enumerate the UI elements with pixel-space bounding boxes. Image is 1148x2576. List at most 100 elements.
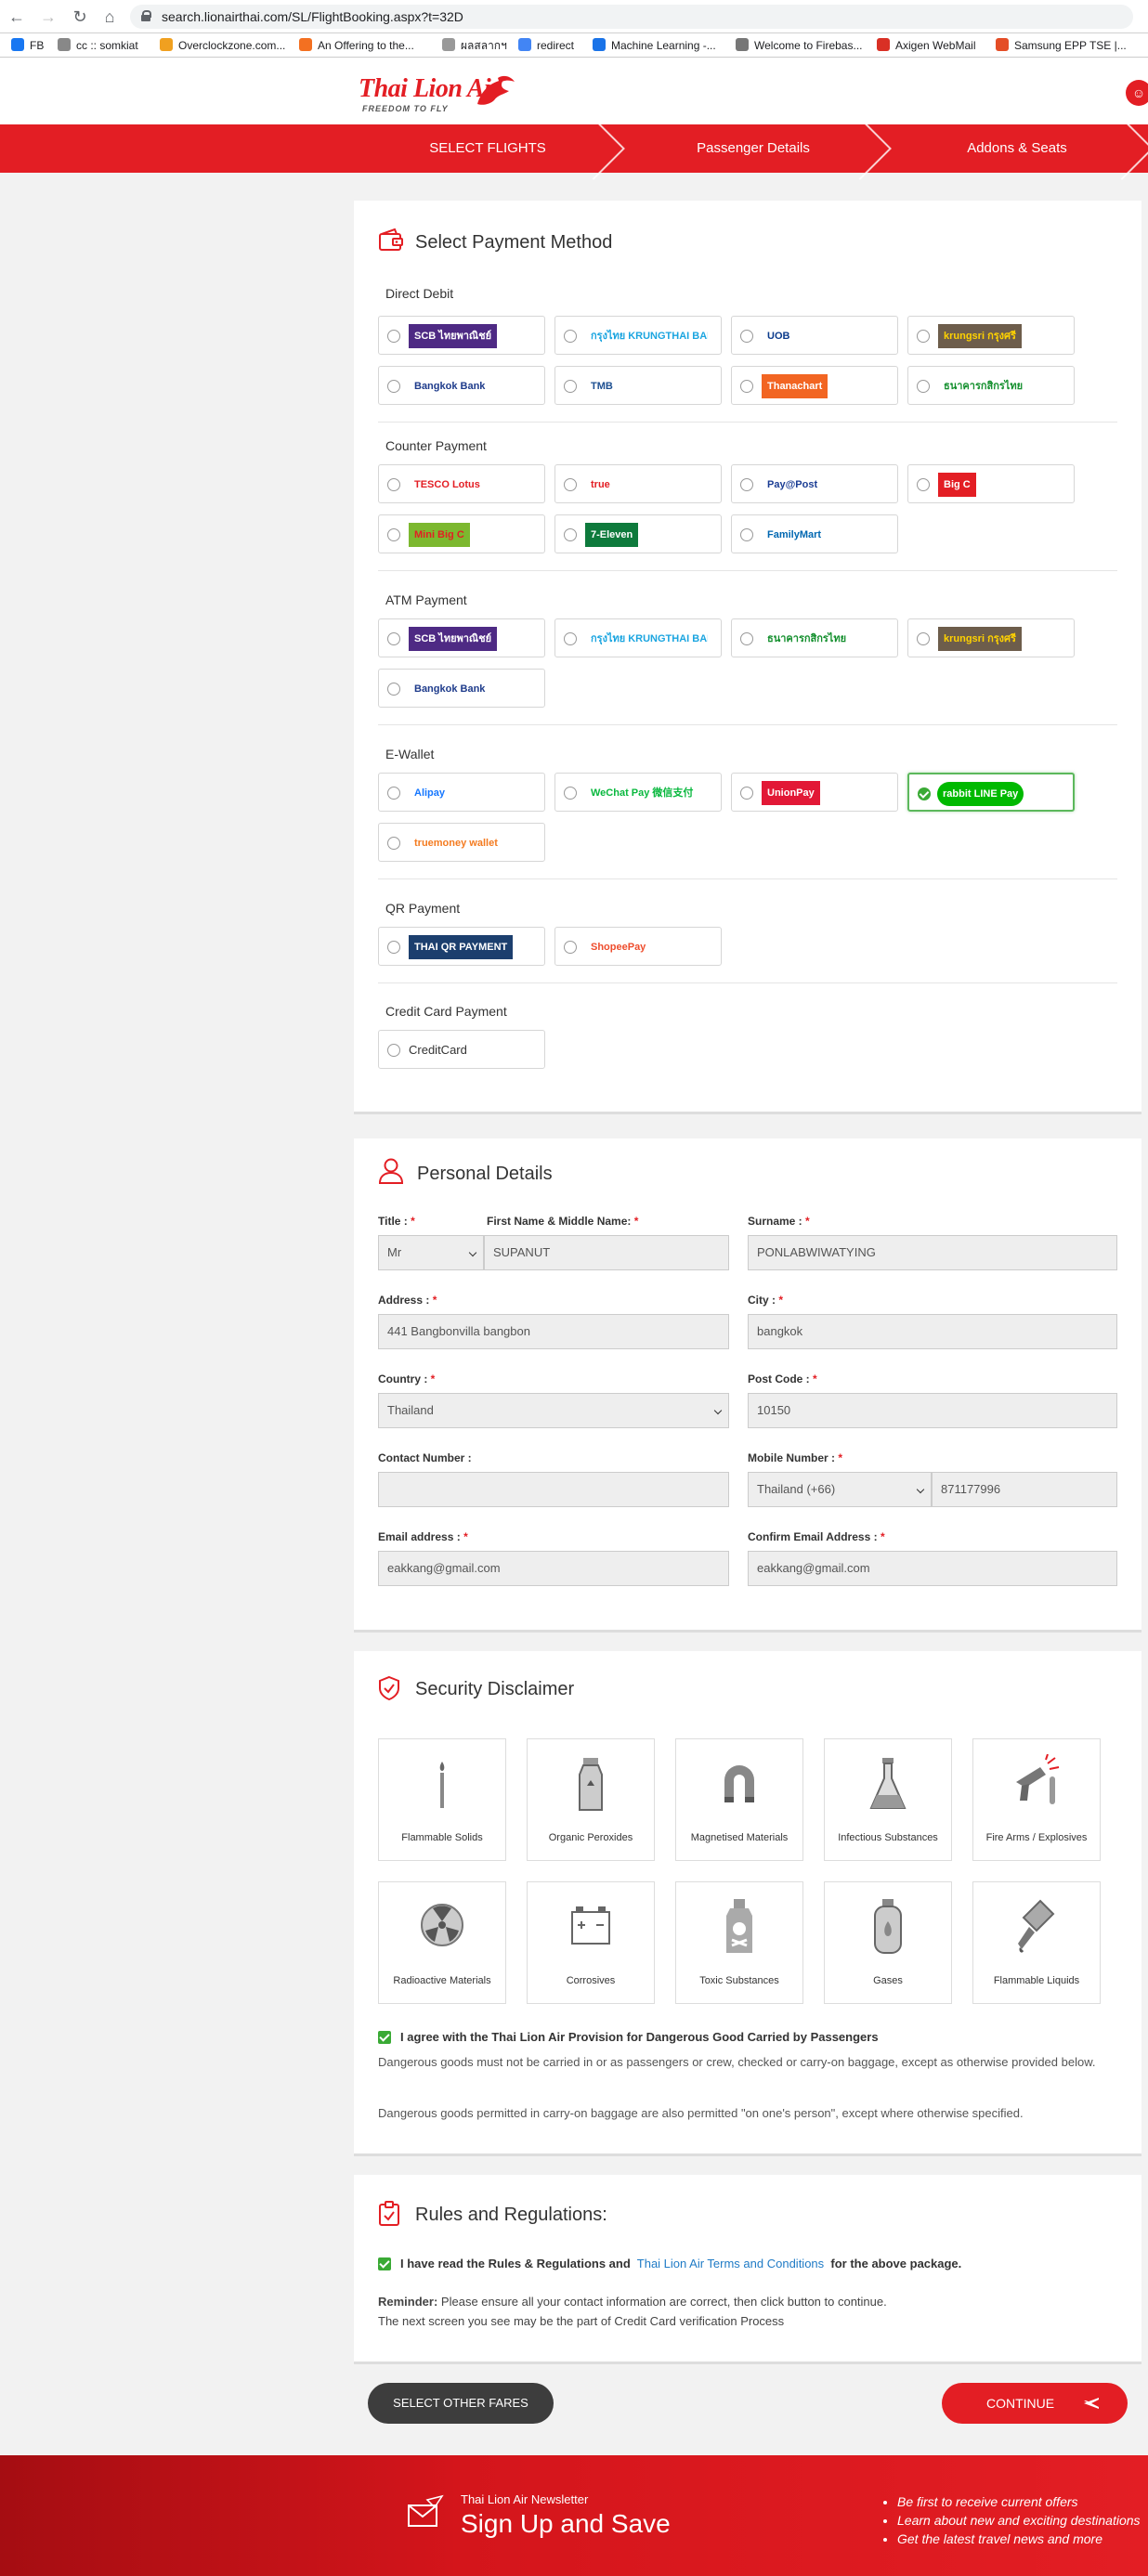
payment-option[interactable]: krungsri กรุงศรี [907,618,1075,657]
bookmark-item[interactable]: Welcome to Firebas... [736,38,862,53]
radio-button[interactable] [564,478,577,491]
payment-option[interactable]: ShopeePay [554,927,722,966]
agree-checkbox[interactable] [378,2031,391,2044]
country-code-select[interactable]: Thailand (+66) [748,1472,932,1507]
rules-agreement-text: I have read the Rules & Regulations and … [400,2257,961,2270]
radio-button[interactable] [387,837,400,850]
select-other-fares-button[interactable]: SELECT OTHER FARES [368,2383,554,2424]
payment-provider-logo: true [585,473,616,497]
bookmark-item[interactable]: ผลสลากฯ [442,38,507,53]
radio-button[interactable] [564,632,577,645]
agree-text: I agree with the Thai Lion Air Provision… [400,2030,879,2044]
rules-checkbox[interactable] [378,2257,391,2270]
user-account-icon[interactable]: ☺ [1126,80,1148,106]
bookmark-item[interactable]: redirect [518,38,574,53]
confirm-email-input[interactable]: eakkang@gmail.com [748,1551,1117,1586]
radio-button[interactable] [387,478,400,491]
radio-button[interactable] [917,478,930,491]
radio-button[interactable] [387,683,400,696]
payment-option[interactable]: 7-Eleven [554,514,722,553]
radio-button[interactable] [564,330,577,343]
hazard-label: Gases [873,1975,903,1986]
country-select[interactable]: Thailand [378,1393,729,1428]
payment-option[interactable]: กรุงไทย KRUNGTHAI BANK [554,316,722,355]
radio-button[interactable] [564,941,577,954]
mobile-number-input[interactable]: 871177996 [932,1472,1117,1507]
payment-option[interactable]: กรุงไทย KRUNGTHAI BANK [554,618,722,657]
hazard-item: Flammable Liquids [972,1881,1101,2004]
address-input[interactable]: 441 Bangbonvilla bangbon [378,1314,729,1349]
forward-icon[interactable]: → [37,6,59,28]
bookmark-item[interactable]: Samsung EPP TSE |... [996,38,1127,53]
radio-button[interactable] [740,528,753,541]
radio-checked-icon[interactable] [918,787,931,800]
radio-button[interactable] [740,330,753,343]
payment-option[interactable]: Big C [907,464,1075,503]
payment-option[interactable]: SCB ไทยพาณิชย์ [378,618,545,657]
payment-option[interactable]: ธนาคารกสิกรไทย [731,618,898,657]
radio-button[interactable] [917,632,930,645]
radio-button[interactable] [564,528,577,541]
payment-option[interactable]: krungsri กรุงศรี [907,316,1075,355]
payment-option[interactable]: Mini Big C [378,514,545,553]
payment-option[interactable]: UnionPay [731,773,898,812]
bookmark-item[interactable]: FB [11,38,44,53]
back-icon[interactable]: ← [6,6,28,28]
radio-button[interactable] [740,478,753,491]
contact-number-input[interactable] [378,1472,729,1507]
radio-button[interactable] [740,632,753,645]
post-code-input[interactable]: 10150 [748,1393,1117,1428]
payment-option[interactable]: Alipay [378,773,545,812]
payment-option[interactable]: Bangkok Bank [378,366,545,405]
payment-option[interactable]: CreditCard [378,1030,545,1069]
bookmark-item[interactable]: cc :: somkiat [58,38,138,53]
payment-option[interactable]: rabbit LINE Pay [907,773,1075,812]
payment-option[interactable]: THAI QR PAYMENT [378,927,545,966]
title-select[interactable]: Mr [378,1235,484,1270]
radio-button[interactable] [387,380,400,393]
payment-option[interactable]: Bangkok Bank [378,669,545,708]
bookmark-item[interactable]: Machine Learning -... [593,38,716,53]
reminder: Reminder: Please ensure all your contact… [378,2292,1121,2331]
radio-button[interactable] [740,787,753,800]
radio-button[interactable] [917,330,930,343]
payment-option[interactable]: WeChat Pay 微信支付 [554,773,722,812]
reload-icon[interactable]: ↻ [69,6,91,28]
payment-option[interactable]: FamilyMart [731,514,898,553]
payment-option[interactable]: ธนาคารกสิกรไทย [907,366,1075,405]
first-name-input[interactable]: SUPANUT [484,1235,729,1270]
hazard-item: Radioactive Materials [378,1881,506,2004]
bookmark-favicon-icon [299,38,312,51]
payment-option[interactable]: TESCO Lotus [378,464,545,503]
continue-button[interactable]: CONTINUE [942,2383,1128,2424]
payment-option[interactable]: Thanachart [731,366,898,405]
surname-input[interactable]: PONLABWIWATYING [748,1235,1117,1270]
email-input[interactable]: eakkang@gmail.com [378,1551,729,1586]
radio-button[interactable] [387,632,400,645]
city-input[interactable]: bangkok [748,1314,1117,1349]
bookmark-item[interactable]: An Offering to the... [299,38,414,53]
bookmark-item[interactable]: Overclockzone.com... [160,38,285,53]
hazard-label: Flammable Solids [401,1832,483,1843]
thai-lion-air-logo[interactable]: Thai Lion Air FREEDOM TO FLY [359,74,515,113]
bookmark-item[interactable]: Axigen WebMail [877,38,975,53]
newsletter-big[interactable]: Sign Up and Save [461,2509,671,2539]
radio-button[interactable] [917,380,930,393]
radio-button[interactable] [564,380,577,393]
payment-option[interactable]: true [554,464,722,503]
radio-button[interactable] [740,380,753,393]
payment-option[interactable]: TMB [554,366,722,405]
radio-button[interactable] [387,528,400,541]
radio-button[interactable] [564,787,577,800]
radio-button[interactable] [387,1044,400,1057]
payment-option[interactable]: truemoney wallet [378,823,545,862]
radio-button[interactable] [387,941,400,954]
url-bar[interactable]: search.lionairthai.com/SL/FlightBooking.… [130,5,1133,29]
payment-option[interactable]: UOB [731,316,898,355]
terms-link[interactable]: Thai Lion Air Terms and Conditions [637,2257,824,2270]
home-icon[interactable]: ⌂ [98,6,121,28]
radio-button[interactable] [387,787,400,800]
payment-option[interactable]: Pay@Post [731,464,898,503]
payment-option[interactable]: SCB ไทยพาณิชย์ [378,316,545,355]
radio-button[interactable] [387,330,400,343]
